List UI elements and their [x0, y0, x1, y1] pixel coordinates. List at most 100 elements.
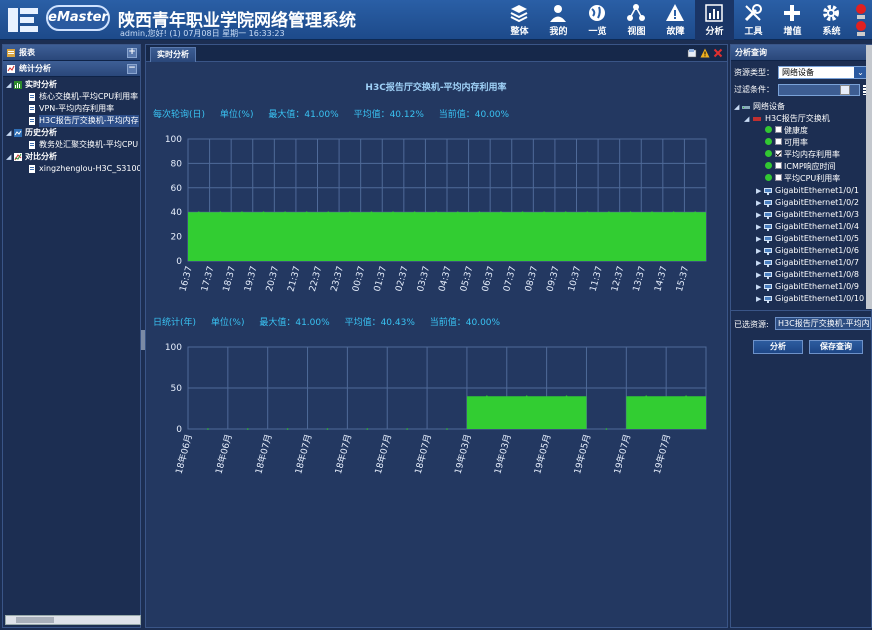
tab-realtime[interactable]: 实时分析: [150, 47, 196, 62]
metric-health[interactable]: 健康度: [731, 125, 866, 137]
x-tick-label: 18年06月: [173, 433, 195, 476]
alarm-light-icon[interactable]: [852, 2, 870, 38]
selected-label: 已选资源:: [734, 320, 769, 329]
tree-node-compare[interactable]: ◢ 对比分析: [3, 151, 140, 163]
data-point: [446, 428, 448, 430]
nav-tools[interactable]: 工具: [734, 0, 773, 40]
collapse-arrow-icon[interactable]: ◢: [744, 115, 751, 123]
tree-item-xingzheng[interactable]: xingzhenglou-H3C_S3100_: [3, 163, 140, 175]
x-tick-label: 12:37: [610, 265, 626, 293]
collapse-arrow-icon[interactable]: ◢: [734, 103, 741, 111]
left-panel: 报表 + 统计分析 − ◢ 实时分析 核心交换机-平均CPU利用率 VPN-平均…: [2, 44, 141, 628]
tree-item-interface[interactable]: ▶ GigabitEthernet1/0/6: [731, 245, 866, 257]
interface-list: ▶ GigabitEthernet1/0/1 ▶ GigabitEthernet1/0…: [731, 185, 866, 305]
checkbox[interactable]: [775, 162, 782, 169]
nav-overall[interactable]: 整体: [500, 0, 539, 40]
tree-item-interface[interactable]: ▶ GigabitEthernet1/0/8: [731, 269, 866, 281]
data-point: [197, 211, 200, 213]
port-icon: [764, 284, 772, 291]
stats-header[interactable]: 统计分析 −: [3, 61, 140, 77]
port-icon: [764, 224, 772, 231]
tree-item-interface[interactable]: ▶ GigabitEthernet1/0/4: [731, 221, 866, 233]
expand-arrow-icon[interactable]: ▶: [756, 235, 763, 243]
interface-label: GigabitEthernet1/0/8: [775, 270, 859, 279]
expand-arrow-icon[interactable]: ▶: [756, 187, 763, 195]
expand-arrow-icon[interactable]: ▶: [756, 211, 763, 219]
checkbox[interactable]: [775, 126, 782, 133]
expand-arrow-icon[interactable]: ▶: [756, 247, 763, 255]
data-point: [366, 428, 369, 430]
data-point: [645, 395, 648, 397]
tab-bar: 实时分析: [146, 45, 727, 62]
horizontal-scrollbar[interactable]: [5, 615, 141, 625]
collapse-arrow-icon[interactable]: ◢: [6, 129, 13, 137]
nav-analysis[interactable]: 分析: [695, 0, 734, 40]
tree-item-interface[interactable]: ▶ GigabitEthernet1/0/10: [731, 293, 866, 305]
tree-item-h3c-memory[interactable]: H3C报告厅交换机-平均内存: [3, 115, 140, 127]
x-tick-label: 07:37: [502, 265, 518, 293]
daily-polling-chart: 0 20 40 60 80 100 16:37 17:37 18:37 19:37 20:37 21:…: [165, 135, 707, 293]
tree-item-academic-cpu[interactable]: 教务处汇聚交换机-平均CPU: [3, 139, 140, 151]
expand-arrow-icon[interactable]: ▶: [756, 283, 763, 291]
collapse-button[interactable]: −: [127, 64, 137, 74]
metric-availability[interactable]: 可用率: [731, 137, 866, 149]
nav-value-added[interactable]: 增值: [773, 0, 812, 40]
scrollbar-thumb[interactable]: [16, 617, 54, 623]
close-icon[interactable]: [713, 48, 723, 58]
tree-item-interface[interactable]: ▶ GigabitEthernet1/0/1: [731, 185, 866, 197]
checkbox-checked[interactable]: [775, 150, 782, 157]
tree-item-core-cpu[interactable]: 核心交换机-平均CPU利用率: [3, 91, 140, 103]
tree-item-vpn-memory[interactable]: VPN-平均内存利用率: [3, 103, 140, 115]
nav-view[interactable]: 视图: [617, 0, 656, 40]
x-tick-label: 02:37: [394, 265, 410, 293]
refresh-icon[interactable]: [687, 48, 697, 58]
tree-item-interface[interactable]: ▶ GigabitEthernet1/0/9: [731, 281, 866, 293]
warning-small-icon[interactable]: [700, 48, 710, 58]
y-tick-label: 100: [165, 343, 182, 353]
tree-item-interface[interactable]: ▶ GigabitEthernet1/0/3: [731, 209, 866, 221]
nav-fault[interactable]: 故障: [656, 0, 695, 40]
x-tick-label: 11:37: [589, 265, 605, 293]
stats-title: 统计分析: [19, 64, 51, 73]
topology-icon: [627, 4, 645, 21]
expand-button[interactable]: +: [127, 48, 137, 58]
tree-node-device[interactable]: ◢ H3C报告厅交换机: [731, 113, 866, 125]
nav-system[interactable]: 系统: [812, 0, 851, 40]
data-point: [478, 211, 481, 213]
expand-arrow-icon[interactable]: ▶: [756, 259, 763, 267]
port-icon: [764, 296, 772, 303]
tree-item-interface[interactable]: ▶ GigabitEthernet1/0/7: [731, 257, 866, 269]
expand-arrow-icon[interactable]: ▶: [756, 223, 763, 231]
analyze-button[interactable]: 分析: [753, 340, 803, 354]
nav-overview[interactable]: 一览: [578, 0, 617, 40]
x-tick-label: 00:37: [351, 265, 367, 293]
collapse-arrow-icon[interactable]: ◢: [6, 153, 13, 161]
data-point: [207, 428, 209, 430]
resource-type-select[interactable]: 网络设备 ⌄: [778, 66, 868, 79]
metric-icmp[interactable]: ICMP响应时间: [731, 161, 866, 173]
reports-header[interactable]: 报表 +: [3, 45, 140, 61]
selected-resource-value[interactable]: H3C报告厅交换机-平均内存: [775, 317, 871, 330]
status-icon: [765, 150, 772, 157]
checkbox[interactable]: [775, 174, 782, 181]
metric-memory[interactable]: 平均内存利用率: [731, 149, 866, 161]
tree-item-interface[interactable]: ▶ GigabitEthernet1/0/5: [731, 233, 866, 245]
nav-mine[interactable]: 我的: [539, 0, 578, 40]
tree-item-interface[interactable]: ▶ GigabitEthernet1/0/2: [731, 197, 866, 209]
collapse-arrow-icon[interactable]: ◢: [6, 81, 13, 89]
vertical-scrollbar[interactable]: [866, 45, 872, 309]
expand-arrow-icon[interactable]: ▶: [756, 199, 763, 207]
expand-arrow-icon[interactable]: ▶: [756, 295, 763, 303]
search-icon[interactable]: [840, 85, 850, 95]
metric-cpu[interactable]: 平均CPU利用率: [731, 173, 866, 185]
x-tick-label: 15:37: [675, 265, 691, 293]
save-query-button[interactable]: 保存查询: [809, 340, 863, 354]
data-point: [685, 395, 687, 397]
tree-node-network-devices[interactable]: ◢ 网络设备: [731, 101, 866, 113]
checkbox[interactable]: [775, 138, 782, 145]
expand-arrow-icon[interactable]: ▶: [756, 271, 763, 279]
status-icon: [765, 126, 772, 133]
tree-node-realtime[interactable]: ◢ 实时分析: [3, 79, 140, 91]
tree-node-history[interactable]: ◢ 历史分析: [3, 127, 140, 139]
data-point: [435, 211, 438, 213]
